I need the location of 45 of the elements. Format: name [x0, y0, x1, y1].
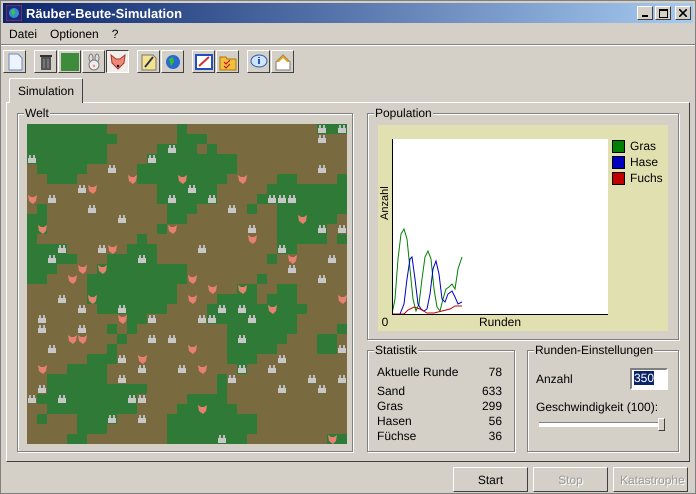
field-label: Anzahl	[536, 372, 573, 386]
globe-icon	[6, 5, 22, 21]
info-icon	[250, 52, 268, 70]
close-button[interactable]	[675, 6, 691, 20]
speed-label: Geschwindigkeit (100):	[536, 400, 660, 414]
house-icon	[274, 52, 292, 70]
group-title: Runden-Einstellungen	[534, 343, 654, 357]
globe-icon	[164, 52, 182, 70]
axis-label: Anzahl	[378, 185, 392, 222]
document-pen-icon	[140, 52, 158, 70]
minimize-button[interactable]	[637, 6, 653, 20]
stat-value: 78	[488, 365, 502, 380]
legend-label: Fuchs	[630, 171, 663, 185]
legend-label: Hase	[630, 155, 658, 169]
edit-window-icon	[194, 52, 212, 70]
stat-value: 633	[482, 384, 502, 399]
group-title: Welt	[24, 106, 50, 120]
menu-item[interactable]: ?	[112, 27, 118, 41]
maximize-icon	[658, 8, 668, 18]
stat-label: Sand	[377, 384, 406, 399]
stat-label: Aktuelle Runde	[377, 365, 458, 380]
action-button[interactable]: Start	[453, 467, 528, 492]
menu-item[interactable]: Optionen	[50, 27, 99, 41]
stat-label: Füchse	[377, 429, 416, 444]
grass-icon	[60, 52, 78, 70]
slider-thumb[interactable]	[658, 418, 665, 431]
stat-value: 36	[488, 429, 502, 444]
maximize-button[interactable]	[655, 6, 671, 20]
tab[interactable]: Simulation	[9, 78, 84, 103]
legend-label: Gras	[630, 139, 656, 153]
stat-label: Gras	[377, 399, 404, 414]
group-title: Population	[374, 106, 433, 120]
group-title: Statistik	[374, 343, 418, 357]
stat-value: 299	[482, 399, 502, 414]
document-icon	[6, 52, 24, 70]
axis-label: 0	[380, 315, 390, 329]
axis-label: Runden	[478, 315, 522, 329]
toolbar-button[interactable]	[106, 50, 129, 73]
window-title: Räuber-Beute-Simulation	[26, 6, 184, 20]
menu-item[interactable]: Datei	[9, 27, 38, 41]
close-icon	[679, 9, 687, 17]
stat-value: 56	[488, 414, 502, 429]
stat-label: Hasen	[377, 414, 412, 429]
fox-icon	[108, 52, 126, 70]
round-count-field[interactable]: 350	[630, 368, 668, 390]
